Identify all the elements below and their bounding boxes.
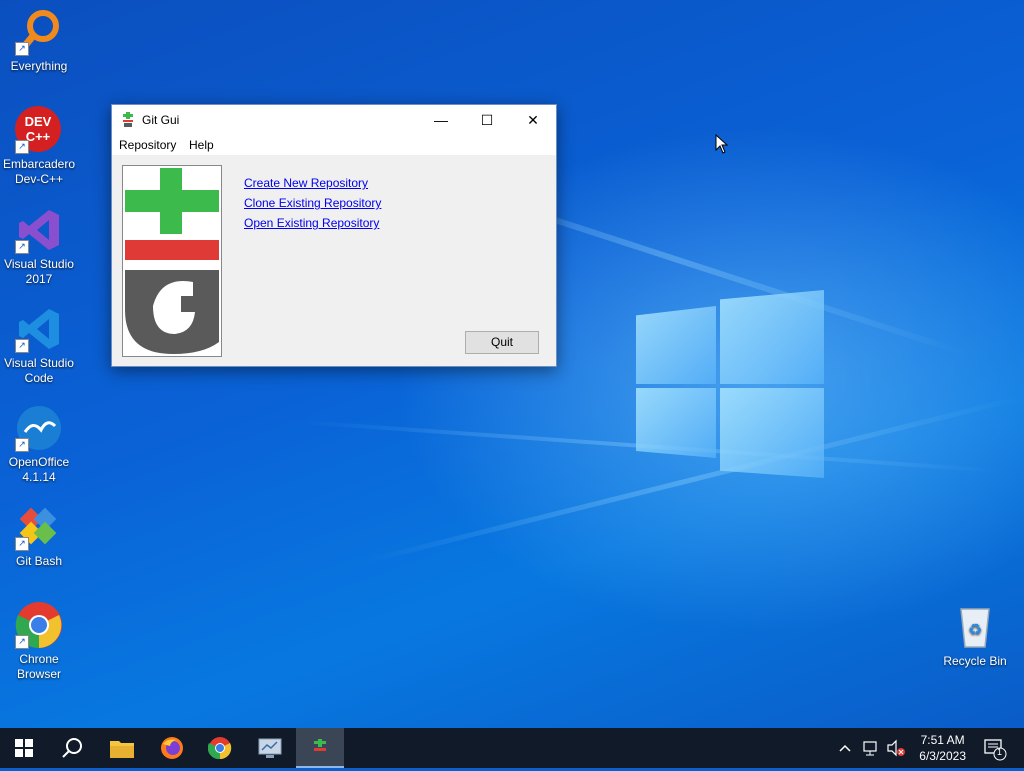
everything-icon: ↗ [15, 8, 63, 56]
git-logo-graphic [125, 168, 219, 354]
search-icon [62, 738, 82, 758]
maximize-button[interactable]: ☐ [464, 105, 510, 135]
shortcut-arrow-icon: ↗ [15, 537, 29, 551]
start-button[interactable] [0, 728, 48, 768]
vscode-icon: ↗ [15, 305, 63, 353]
clone-existing-repository-link[interactable]: Clone Existing Repository [244, 193, 381, 213]
network-status[interactable] [862, 728, 882, 768]
close-button[interactable]: ✕ [510, 105, 556, 135]
menu-repository[interactable]: Repository [119, 138, 176, 152]
svg-text:♻: ♻ [968, 622, 982, 639]
network-icon [863, 741, 877, 756]
visual-studio-icon: ↗ [15, 206, 63, 254]
shortcut-arrow-icon: ↗ [15, 635, 29, 649]
taskbar: 7:51 AM 6/3/2023 1 [0, 728, 1024, 768]
quit-button[interactable]: Quit [465, 331, 539, 354]
windows-logo-wallpaper [636, 290, 824, 480]
taskbar-clock[interactable]: 7:51 AM 6/3/2023 [919, 732, 966, 764]
shortcut-arrow-icon: ↗ [15, 438, 29, 452]
minimize-button[interactable]: — [418, 105, 464, 135]
clock-time: 7:51 AM [920, 733, 965, 747]
chevron-up-icon [839, 744, 851, 752]
desktop-icon-chrome[interactable]: ↗ Chrone Browser [0, 601, 78, 682]
action-links: Create New Repository Clone Existing Rep… [244, 173, 381, 233]
taskbar-firefox[interactable] [148, 728, 196, 768]
volume-status[interactable] [886, 728, 908, 768]
desktop-icon-label: Git Bash [15, 554, 63, 568]
desktop-icon-label: Embarcadero Dev-C++ [2, 157, 76, 186]
taskbar-file-explorer[interactable] [98, 728, 146, 768]
action-center-button[interactable]: 1 [982, 728, 1012, 768]
desktop-icon-label: Visual Studio Code [4, 356, 74, 385]
taskbar-git-gui[interactable] [296, 728, 344, 768]
shortcut-arrow-icon: ↗ [15, 240, 29, 254]
shortcut-arrow-icon: ↗ [15, 42, 29, 56]
volume-muted-icon [887, 739, 905, 757]
desktop-icon-everything[interactable]: ↗ Everything [0, 8, 78, 74]
desktop-icon-visual-studio-2017[interactable]: ↗ Visual Studio 2017 [0, 206, 78, 287]
shortcut-arrow-icon: ↗ [15, 140, 29, 154]
desktop-icon-label: Visual Studio 2017 [4, 257, 74, 286]
mouse-cursor-icon [715, 134, 729, 154]
clock-date: 6/3/2023 [919, 749, 966, 763]
git-gui-taskbar-icon [314, 739, 326, 751]
windows-start-icon [15, 739, 33, 757]
firefox-icon [161, 737, 183, 759]
devcpp-icon: DEV C++ ↗ [15, 106, 63, 154]
notification-count: 1 [997, 747, 1003, 757]
recycle-bin-icon: ♻ [951, 603, 999, 651]
desktop-icon-recycle-bin[interactable]: ♻ Recycle Bin [936, 603, 1014, 669]
menu-help[interactable]: Help [189, 138, 214, 152]
window-title: Git Gui [142, 113, 180, 127]
folder-icon [110, 741, 134, 758]
git-gui-app-icon [123, 112, 133, 127]
create-new-repository-link[interactable]: Create New Repository [244, 173, 381, 193]
git-logo [122, 165, 222, 357]
menu-bar: Repository Help [112, 135, 556, 155]
search-button[interactable] [48, 728, 96, 768]
notification-icon [984, 739, 1007, 761]
openoffice-icon: ↗ [15, 404, 63, 452]
chrome-icon: ↗ [15, 601, 63, 649]
desktop-icon-label: Recycle Bin [943, 654, 1007, 668]
desktop-icon-git-bash[interactable]: ↗ Git Bash [0, 503, 78, 569]
git-gui-window: Git Gui — ☐ ✕ Repository Help Create New… [111, 104, 557, 367]
chrome-icon [208, 737, 232, 760]
shortcut-arrow-icon: ↗ [15, 339, 29, 353]
show-hidden-icons-button[interactable] [838, 728, 856, 768]
title-bar[interactable]: Git Gui — ☐ ✕ [112, 105, 556, 135]
desktop: ↗ Everything DEV C++ ↗ Embarcadero Dev-C… [0, 0, 1024, 728]
desktop-icon-devcpp[interactable]: DEV C++ ↗ Embarcadero Dev-C++ [0, 106, 78, 187]
system-info-icon [258, 738, 282, 758]
taskbar-system-info[interactable] [246, 728, 294, 768]
open-existing-repository-link[interactable]: Open Existing Repository [244, 213, 381, 233]
taskbar-chrome[interactable] [196, 728, 244, 768]
desktop-icon-label: Chrone Browser [16, 652, 61, 681]
desktop-icon-label: OpenOffice 4.1.14 [8, 455, 70, 484]
git-bash-icon: ↗ [15, 503, 63, 551]
desktop-icon-openoffice[interactable]: ↗ OpenOffice 4.1.14 [0, 404, 78, 485]
desktop-icon-label: Everything [10, 59, 68, 73]
desktop-icon-vscode[interactable]: ↗ Visual Studio Code [0, 305, 78, 386]
